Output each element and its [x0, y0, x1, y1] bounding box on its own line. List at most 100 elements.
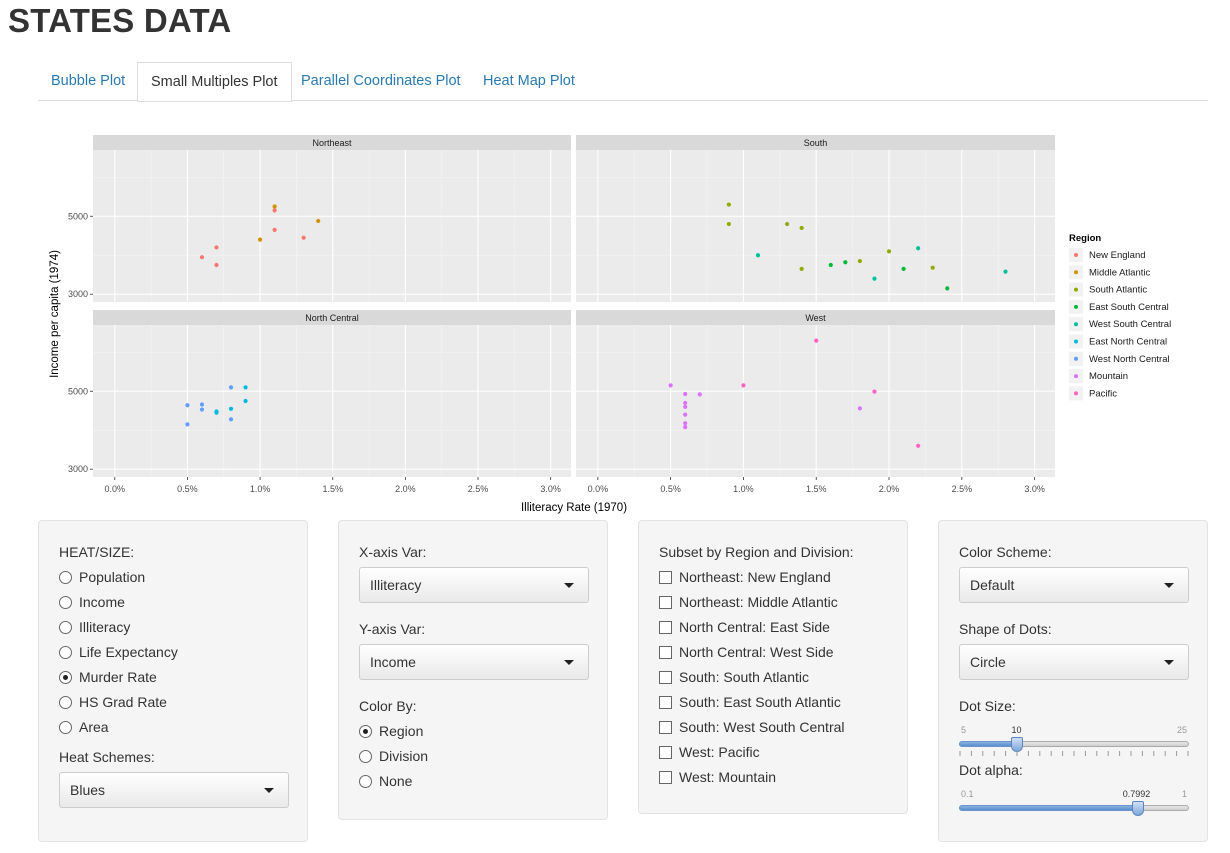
y-tick-label: 3000: [68, 464, 88, 474]
data-point: [843, 260, 848, 265]
radio-icon[interactable]: [59, 671, 72, 684]
heat-size-panel: HEAT/SIZE: Population Income Illiteracy Lif…: [38, 520, 308, 842]
radio-icon[interactable]: [359, 775, 372, 788]
tab-parallel-coordinates-plot[interactable]: Parallel Coordinates Plot: [288, 62, 474, 101]
subset-option[interactable]: West: Pacific: [679, 744, 760, 760]
x-axis-var-label: X-axis Var:: [359, 544, 427, 560]
heat-schemes-select[interactable]: Blues: [59, 772, 289, 808]
data-point: [683, 400, 688, 406]
data-point: [272, 208, 277, 213]
checkbox-icon[interactable]: [659, 721, 672, 734]
checkbox-icon[interactable]: [659, 696, 672, 709]
data-point: [228, 385, 234, 390]
checkbox-icon[interactable]: [659, 646, 672, 659]
x-tick-label: 0.5%: [177, 484, 198, 494]
subset-option[interactable]: West: Mountain: [679, 769, 776, 785]
x-tick-label: 2.5%: [468, 484, 489, 494]
dot-alpha-label: Dot alpha:: [959, 762, 1023, 778]
checkbox-icon[interactable]: [659, 746, 672, 759]
subset-option[interactable]: North Central: East Side: [679, 619, 830, 635]
heat-size-option[interactable]: HS Grad Rate: [79, 694, 167, 710]
data-point: [228, 417, 234, 422]
color-by-label: Color By:: [359, 698, 417, 714]
data-point: [741, 383, 746, 388]
data-point: [272, 204, 277, 209]
data-point: [243, 385, 248, 390]
dot-size-handle[interactable]: [1010, 737, 1023, 752]
color-by-option[interactable]: None: [379, 773, 412, 789]
subset-option[interactable]: South: East South Atlantic: [679, 694, 841, 710]
x-axis-var-select[interactable]: Illiteracy: [359, 567, 589, 603]
subset-option[interactable]: North Central: West Side: [679, 644, 834, 660]
checkbox-icon[interactable]: [659, 771, 672, 784]
subset-option[interactable]: Northeast: New England: [679, 569, 831, 585]
facet-label: North Central: [305, 313, 359, 323]
dot-size-min: 5: [961, 725, 967, 735]
x-tick-label: 1.5%: [322, 484, 343, 494]
radio-icon[interactable]: [359, 750, 372, 763]
small-multiples-chart: Northeast South North Central West 3000 5000 3…: [49, 135, 1171, 514]
panel-background: [93, 150, 571, 302]
color-by-option[interactable]: Region: [379, 723, 423, 739]
checkbox-icon[interactable]: [659, 571, 672, 584]
legend-marker: [1074, 356, 1078, 361]
heat-size-option[interactable]: Life Expectancy: [79, 644, 178, 660]
dot-alpha-max: 1: [1182, 789, 1188, 799]
data-point: [828, 262, 833, 268]
data-point: [901, 266, 906, 271]
shape-of-dots-select[interactable]: Circle: [959, 644, 1189, 680]
style-panel: Color Scheme: Default Shape of Dots: Cir…: [938, 520, 1208, 842]
data-point: [272, 227, 277, 232]
subset-option[interactable]: South: West South Central: [679, 719, 845, 735]
radio-icon[interactable]: [59, 621, 72, 634]
checkbox-icon[interactable]: [659, 596, 672, 609]
data-point: [930, 265, 935, 270]
radio-icon[interactable]: [59, 646, 72, 659]
data-point: [886, 249, 892, 254]
radio-icon[interactable]: [359, 725, 372, 738]
data-point: [726, 221, 731, 227]
data-point: [697, 392, 702, 397]
data-point: [683, 425, 688, 430]
heat-size-option[interactable]: Illiteracy: [79, 619, 130, 635]
data-point: [199, 255, 205, 260]
x-axis-title: Illiteracy Rate (1970): [521, 502, 627, 514]
panel-background: [576, 150, 1055, 302]
radio-icon[interactable]: [59, 596, 72, 609]
tab-small-multiples-plot[interactable]: Small Multiples Plot: [137, 62, 292, 102]
color-scheme-select[interactable]: Default: [959, 567, 1189, 603]
y-axis-title: Income per capita (1974): [49, 250, 61, 378]
legend-label: West South Central: [1089, 319, 1171, 330]
y-axis-var-label: Y-axis Var:: [359, 621, 426, 637]
subset-panel: Subset by Region and Division: Northeast…: [638, 520, 908, 814]
checkbox-icon[interactable]: [659, 671, 672, 684]
data-point: [872, 389, 877, 394]
data-point: [872, 276, 877, 281]
radio-icon[interactable]: [59, 571, 72, 584]
subset-option[interactable]: Northeast: Middle Atlantic: [679, 594, 838, 610]
heat-size-option[interactable]: Population: [79, 569, 145, 585]
subset-option[interactable]: South: South Atlantic: [679, 669, 809, 685]
data-point: [214, 245, 219, 250]
data-point: [857, 406, 863, 411]
x-tick-label: 2.0%: [395, 484, 416, 494]
color-by-option[interactable]: Division: [379, 748, 428, 764]
dot-size-ticks: [959, 751, 1189, 756]
color-scheme-value: Default: [970, 577, 1015, 593]
radio-icon[interactable]: [59, 721, 72, 734]
data-point: [683, 421, 688, 426]
y-tick-label: 5000: [68, 386, 88, 396]
chevron-down-icon: [264, 788, 274, 793]
dot-alpha-handle[interactable]: [1131, 801, 1144, 816]
heat-size-option[interactable]: Income: [79, 594, 125, 610]
x-tick-label: 3.0%: [540, 484, 561, 494]
data-point: [668, 383, 673, 388]
radio-icon[interactable]: [59, 696, 72, 709]
tab-bubble-plot[interactable]: Bubble Plot: [38, 62, 138, 101]
heat-size-option[interactable]: Murder Rate: [79, 669, 157, 685]
y-axis-var-select[interactable]: Income: [359, 644, 589, 680]
heat-size-option[interactable]: Area: [79, 719, 109, 735]
checkbox-icon[interactable]: [659, 621, 672, 634]
tab-heat-map-plot[interactable]: Heat Map Plot: [470, 62, 588, 101]
data-point: [199, 402, 205, 407]
